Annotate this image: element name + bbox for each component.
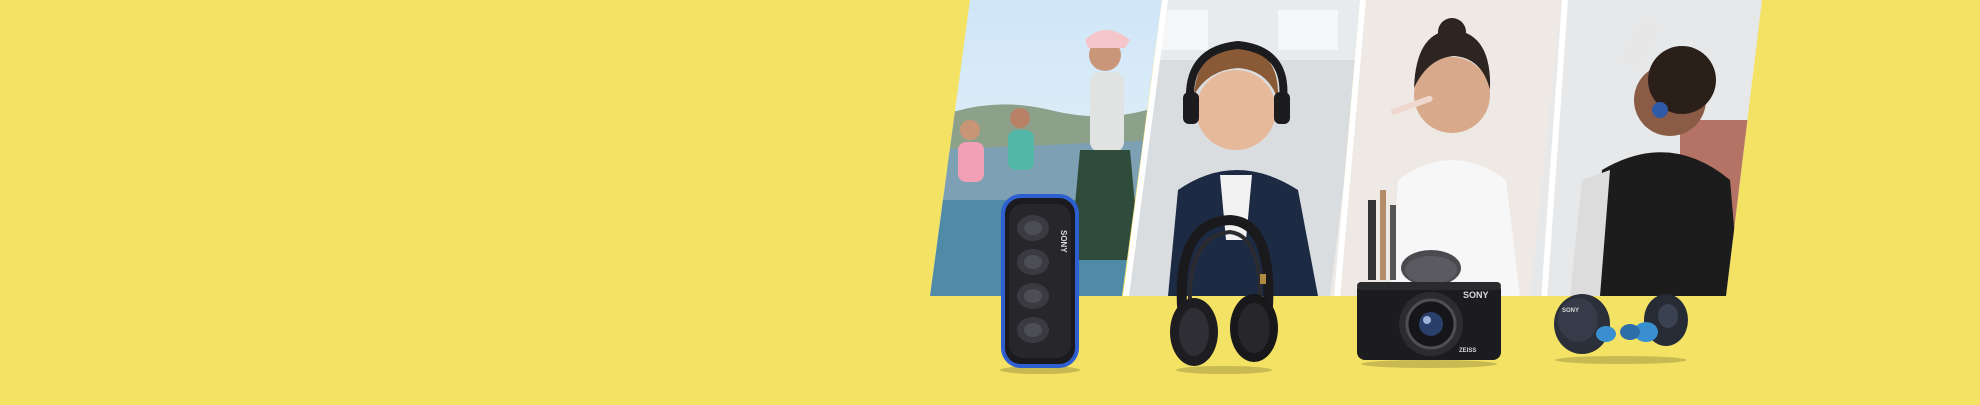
portable-speaker-product[interactable]: SONY bbox=[995, 192, 1085, 374]
camera-lens-text: ZEISS bbox=[1459, 348, 1476, 354]
camera-illustration: SONY ZEISS bbox=[1357, 250, 1501, 368]
speaker-illustration: SONY bbox=[1000, 194, 1080, 374]
wireless-earbuds-product[interactable]: SONY bbox=[1548, 290, 1694, 364]
headphones-illustration bbox=[1170, 214, 1278, 374]
earbuds-illustration: SONY bbox=[1554, 294, 1688, 364]
speaker-brand-text: SONY bbox=[1059, 230, 1068, 253]
earbud-brand-text: SONY bbox=[1562, 308, 1579, 314]
hero-banner[interactable]: SONY SONY ZEISS SONY bbox=[0, 0, 1980, 405]
compact-camera-product[interactable]: SONY ZEISS bbox=[1353, 248, 1505, 368]
photo-panel-earbuds bbox=[1530, 0, 1762, 296]
camera-brand-text: SONY bbox=[1463, 290, 1489, 300]
over-ear-headphones-product[interactable] bbox=[1168, 214, 1280, 374]
